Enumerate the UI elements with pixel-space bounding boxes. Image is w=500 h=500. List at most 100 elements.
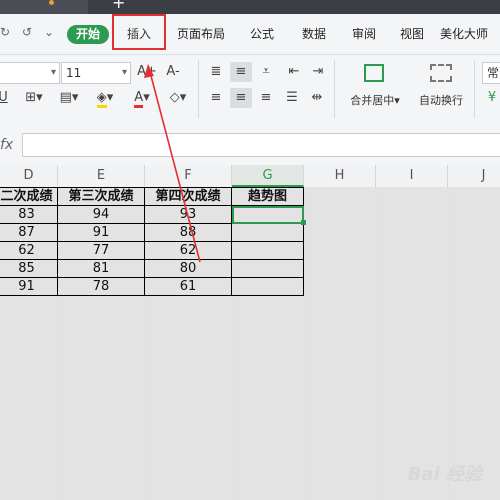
eraser-icon: ◇ [169, 90, 180, 105]
font-name-select[interactable]: ▾ [0, 62, 60, 84]
table-cell[interactable]: 80 [145, 260, 232, 278]
align-bottom-button[interactable]: ⩡ [256, 62, 276, 82]
align-right-button[interactable]: ≡ [256, 88, 276, 108]
new-tab-button[interactable]: + [112, 0, 125, 11]
ribbon-separator [474, 60, 475, 118]
function-icon[interactable]: fx [0, 137, 13, 153]
font-color-button[interactable]: A▾ [127, 88, 157, 108]
table-cell[interactable]: 77 [58, 242, 145, 260]
table-cell[interactable]: 91 [0, 278, 58, 296]
grow-font-button[interactable]: A+ [137, 62, 157, 82]
title-bar: + [0, 0, 500, 14]
distributed-icon: ⇹ [311, 90, 323, 105]
justify-button[interactable]: ☰ [282, 88, 302, 108]
grid-line [448, 187, 449, 500]
table-cell[interactable]: 94 [58, 206, 145, 224]
column-header-f[interactable]: F [145, 165, 232, 187]
align-left-icon: ≡ [210, 90, 222, 105]
table-cell[interactable]: 87 [0, 224, 58, 242]
watermark: Bai 经验 [407, 464, 482, 485]
align-top-button[interactable]: ≣ [206, 62, 226, 82]
column-headers: D E F G H I J [0, 165, 500, 188]
grow-font-icon: A+ [137, 64, 157, 79]
merge-dropdown-icon: ▾ [394, 94, 400, 107]
underline-icon[interactable]: U [0, 88, 10, 108]
font-size-select[interactable]: 11 ▾ [61, 62, 131, 84]
formula-bar: fx [0, 127, 500, 166]
table-cell[interactable]: 85 [0, 260, 58, 278]
clear-format-button[interactable]: ◇▾ [163, 88, 193, 108]
column-header-j[interactable]: J [448, 165, 500, 187]
decrease-indent-button[interactable]: ⇤ [284, 62, 304, 82]
wrap-text-button[interactable]: 自动换行 [412, 60, 470, 110]
table-cell[interactable]: 81 [58, 260, 145, 278]
number-format-select[interactable]: 常 [482, 62, 500, 84]
increase-indent-button[interactable]: ⇥ [308, 62, 328, 82]
justify-icon: ☰ [286, 90, 298, 105]
menu-tab-view[interactable]: 视图 [390, 14, 434, 54]
menu-tab-data[interactable]: 数据 [292, 14, 336, 54]
table-cell[interactable] [232, 260, 304, 278]
table-cell[interactable]: 62 [0, 242, 58, 260]
table-cell[interactable]: 78 [58, 278, 145, 296]
fill-handle[interactable] [301, 220, 306, 225]
cell-style-icon: ▤▾ [59, 90, 79, 105]
ribbon-separator [198, 60, 199, 118]
table-cell[interactable]: 61 [145, 278, 232, 296]
align-right-icon: ≡ [260, 90, 272, 105]
menu-tab-start[interactable]: 开始 [67, 25, 109, 44]
header-cell[interactable]: 第四次成绩 [145, 188, 232, 206]
font-size-dropdown-icon: ▾ [121, 67, 127, 78]
align-left-button[interactable]: ≡ [206, 88, 226, 108]
undo-icon[interactable]: ↺ [22, 25, 32, 39]
header-cell-trend[interactable]: 趋势图 [232, 188, 304, 206]
align-top-icon: ≣ [210, 64, 222, 79]
header-cell[interactable]: 二次成绩 [0, 188, 58, 206]
align-middle-button[interactable]: ≡ [230, 62, 252, 82]
column-header-e[interactable]: E [58, 165, 145, 187]
table-cell[interactable]: 62 [145, 242, 232, 260]
currency-icon[interactable]: ¥ [484, 88, 500, 108]
column-header-h[interactable]: H [304, 165, 376, 187]
table-cell[interactable]: 93 [145, 206, 232, 224]
border-button[interactable]: ⊞▾ [20, 88, 48, 108]
column-header-i[interactable]: I [376, 165, 448, 187]
align-center-button[interactable]: ≡ [230, 88, 252, 108]
redo-icon[interactable]: ↻ [0, 25, 10, 39]
table-cell[interactable] [232, 278, 304, 296]
wrap-text-icon [430, 64, 452, 82]
menu-tab-beautify[interactable]: 美化大师 [440, 14, 500, 54]
unsaved-dot-icon [49, 0, 54, 5]
table-cell[interactable] [232, 224, 304, 242]
merge-center-button[interactable]: 合并居中▾ [340, 60, 410, 110]
cell-style-button[interactable]: ▤▾ [54, 88, 84, 108]
menu-tab-insert[interactable]: 插入 [112, 14, 166, 50]
font-name-dropdown-icon: ▾ [50, 67, 56, 78]
menu-tab-review[interactable]: 审阅 [342, 14, 386, 54]
fill-color-button[interactable]: ◈▾ [90, 88, 120, 108]
formula-input[interactable] [22, 133, 500, 157]
quick-access-dropdown-icon[interactable]: ⌄ [44, 25, 54, 39]
grid-line [376, 187, 377, 500]
selected-cell-g3[interactable] [232, 206, 304, 224]
menu-tab-page-layout[interactable]: 页面布局 [170, 14, 232, 54]
font-color-icon: A [134, 90, 144, 108]
shrink-font-button[interactable]: A- [163, 62, 183, 82]
distributed-button[interactable]: ⇹ [306, 88, 328, 108]
table-cell[interactable] [232, 242, 304, 260]
column-header-d[interactable]: D [0, 165, 58, 187]
ribbon-separator [334, 60, 335, 118]
grid-line [304, 187, 305, 500]
table-cell[interactable]: 88 [145, 224, 232, 242]
increase-indent-icon: ⇥ [312, 64, 324, 79]
table-cell[interactable]: 91 [58, 224, 145, 242]
table-cell[interactable]: 83 [0, 206, 58, 224]
document-tab[interactable] [0, 0, 88, 14]
score-table: 二次成绩 第三次成绩 第四次成绩 趋势图 83 94 93 87 91 88 6… [0, 187, 304, 296]
font-size-value: 11 [66, 66, 82, 80]
wrap-text-label: 自动换行 [419, 94, 463, 107]
column-header-g[interactable]: G [232, 165, 304, 187]
header-cell[interactable]: 第三次成绩 [58, 188, 145, 206]
align-center-icon: ≡ [235, 90, 247, 105]
menu-tab-formula[interactable]: 公式 [240, 14, 284, 54]
